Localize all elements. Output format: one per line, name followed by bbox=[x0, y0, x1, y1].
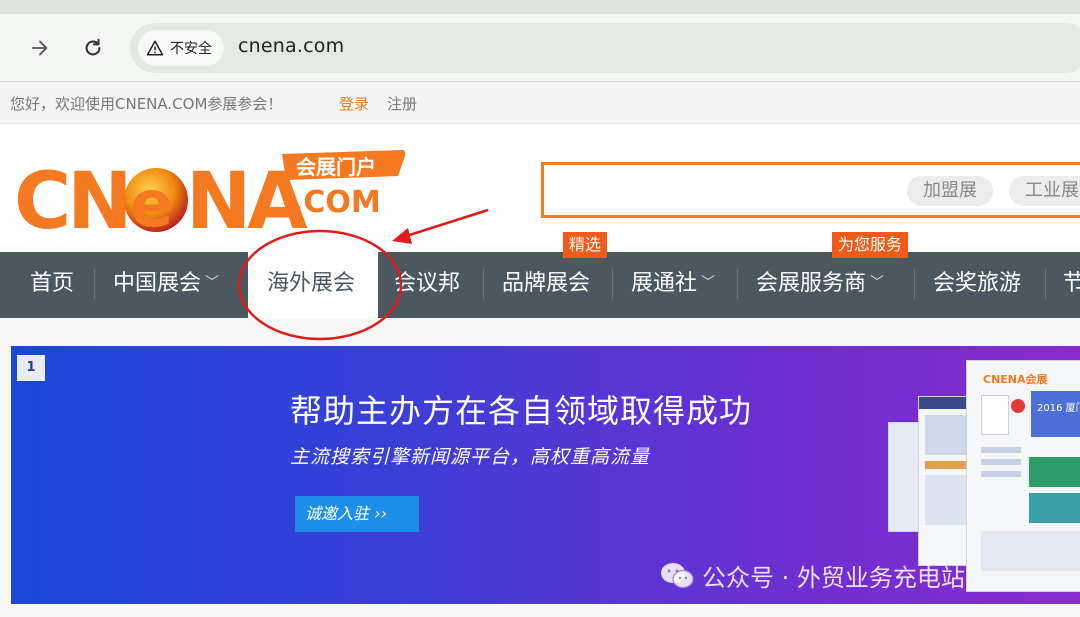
mockup-year: 2016 厦门 bbox=[1037, 403, 1080, 414]
svg-text:e: e bbox=[130, 168, 173, 242]
register-link[interactable]: 注册 bbox=[387, 93, 417, 114]
arrow-right-icon bbox=[31, 40, 48, 56]
nav-item-meeting[interactable]: 会议邦 bbox=[394, 252, 460, 318]
nav-label: 会议邦 bbox=[394, 271, 461, 296]
welcome-text: 您好，欢迎使用CNENA.COM参展参会！ bbox=[10, 95, 283, 113]
security-chip[interactable]: 不安全 bbox=[138, 30, 224, 66]
chevron-down-icon: ﹀ bbox=[205, 275, 220, 291]
chevron-down-icon: ﹀ bbox=[701, 275, 716, 291]
reload-icon bbox=[85, 38, 101, 56]
browser-toolbar: 不安全 cnena.com bbox=[0, 14, 1080, 82]
tab-strip bbox=[0, 0, 1080, 14]
nav-label: 会展服务商 bbox=[756, 271, 867, 296]
nav-separator bbox=[612, 269, 613, 299]
nav-item-zhantongshe[interactable]: 展通社 ﹀ bbox=[631, 252, 715, 318]
address-bar[interactable]: 不安全 cnena.com bbox=[130, 23, 1080, 73]
nav-item-china-expo[interactable]: 中国展会 ﹀ bbox=[113, 252, 219, 318]
nav-separator bbox=[1045, 269, 1046, 299]
nav-label: 品牌展会 bbox=[502, 271, 591, 296]
main-nav: 首页 中国展会 ﹀ 海外展会 会议邦 品牌展会 展通社 ﹀ 会展服务商 ﹀ 会奖旅游 … bbox=[0, 252, 1080, 318]
search-box[interactable]: 加盟展 工业展 bbox=[541, 162, 1080, 218]
banner-subtitle: 主流搜索引擎新闻源平台，高权重高流量 bbox=[290, 446, 651, 468]
search-tag-gongye[interactable]: 工业展 bbox=[1009, 176, 1080, 206]
nav-item-overseas-expo[interactable]: 海外展会 bbox=[267, 252, 355, 318]
site-header: CN e NA 会展门户 .COM 加盟展 工业展 bbox=[0, 124, 1080, 252]
nav-label: 首页 bbox=[30, 271, 75, 296]
nav-item-incentive-travel[interactable]: 会奖旅游 bbox=[933, 252, 1021, 318]
wechat-watermark: 公众号 · 外贸业务充电站 bbox=[660, 558, 965, 593]
browser-window: 不安全 cnena.com 您好，欢迎使用CNENA.COM参展参会！ 登录 注… bbox=[0, 0, 1080, 617]
reload-button[interactable] bbox=[77, 32, 109, 64]
nav-label: 中国展会 bbox=[113, 271, 202, 296]
url-text[interactable]: cnena.com bbox=[238, 35, 344, 57]
nav-label: 展通社 bbox=[631, 271, 698, 296]
warning-icon bbox=[146, 40, 164, 56]
banner-title: 帮助主办方在各自领域取得成功 bbox=[290, 392, 753, 430]
nav-separator bbox=[737, 269, 738, 299]
nav-item-service-provider[interactable]: 会展服务商 ﹀ bbox=[756, 252, 884, 318]
mockup-page-front: CNENA会展 2016 厦门 bbox=[966, 360, 1080, 592]
nav-label: 节 bbox=[1063, 271, 1080, 296]
cnena-logo[interactable]: CN e NA 会展门户 .COM bbox=[14, 146, 406, 242]
nav-item-festival[interactable]: 节 bbox=[1063, 252, 1080, 318]
site-topbar: 您好，欢迎使用CNENA.COM参展参会！ 登录 注册 bbox=[0, 82, 1080, 124]
search-tag-jiameng[interactable]: 加盟展 bbox=[907, 176, 993, 206]
nav-separator bbox=[94, 269, 95, 299]
mockup-logo: CNENA会展 bbox=[983, 373, 1048, 386]
slide-number[interactable]: 1 bbox=[17, 355, 45, 381]
watermark-text: 公众号 · 外贸业务充电站 bbox=[702, 564, 965, 592]
join-button[interactable]: 诚邀入驻 ›› bbox=[295, 496, 419, 532]
chevron-down-icon: ﹀ bbox=[870, 275, 885, 291]
forward-button[interactable] bbox=[24, 32, 56, 64]
security-label: 不安全 bbox=[170, 41, 212, 57]
wechat-icon bbox=[661, 562, 694, 588]
nav-label: 会奖旅游 bbox=[933, 271, 1022, 296]
logo-badge-text: 会展门户 bbox=[296, 155, 376, 179]
nav-badge-service: 为您服务 bbox=[832, 232, 909, 258]
nav-item-home[interactable]: 首页 bbox=[30, 252, 74, 318]
nav-item-brand-expo[interactable]: 品牌展会 bbox=[502, 252, 590, 318]
logo-com-text: .COM bbox=[292, 185, 381, 220]
nav-badge-jingxuan: 精选 bbox=[563, 232, 608, 258]
nav-separator bbox=[483, 269, 484, 299]
svg-text:CN: CN bbox=[14, 157, 129, 242]
nav-separator bbox=[914, 269, 915, 299]
login-link[interactable]: 登录 bbox=[339, 93, 369, 114]
